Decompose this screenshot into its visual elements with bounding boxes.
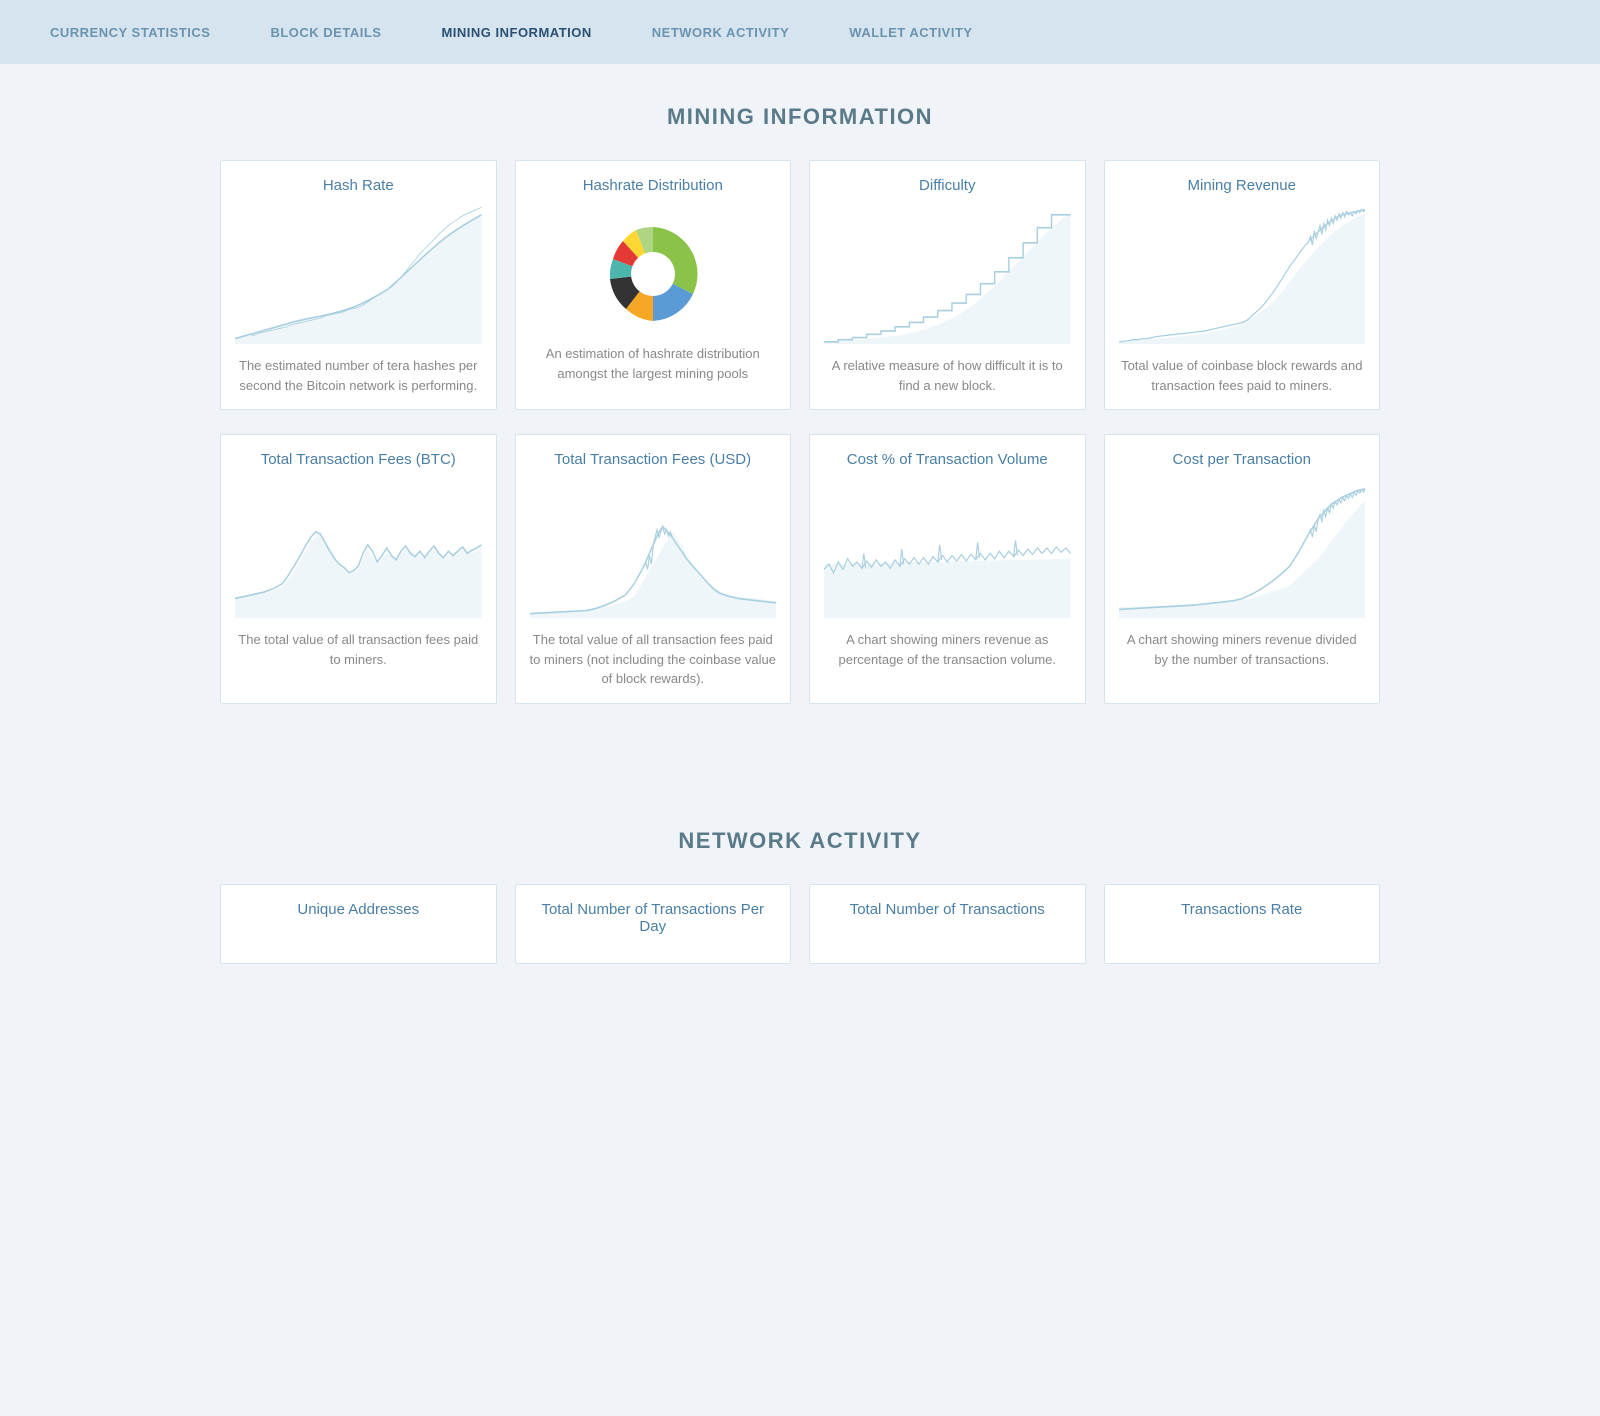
card-tx-rate-title: Transactions Rate — [1181, 901, 1302, 918]
nav-block-details[interactable]: BLOCK DETAILS — [240, 25, 411, 40]
nav-currency-statistics[interactable]: CURRENCY STATISTICS — [20, 25, 240, 40]
card-total-tx-fees-btc[interactable]: Total Transaction Fees (BTC) The total v… — [220, 434, 497, 704]
card-total-tx-fees-btc-title: Total Transaction Fees (BTC) — [261, 451, 456, 468]
card-total-tx-fees-usd[interactable]: Total Transaction Fees (USD) The total v… — [515, 434, 792, 704]
cost-pct-volume-chart — [824, 478, 1071, 618]
card-total-tx-fees-usd-title: Total Transaction Fees (USD) — [554, 451, 751, 468]
card-total-tx-fees-btc-desc: The total value of all transaction fees … — [235, 630, 482, 669]
card-total-tx-per-day-title: Total Number of Transactions Per Day — [530, 901, 777, 935]
hash-rate-chart — [235, 204, 482, 344]
mining-row-1: Hash Rate The estimated number of tera h… — [220, 160, 1380, 410]
card-unique-addresses[interactable]: Unique Addresses — [220, 884, 497, 964]
card-total-tx-per-day[interactable]: Total Number of Transactions Per Day — [515, 884, 792, 964]
network-section: NETWORK ACTIVITY Unique Addresses Total … — [0, 788, 1600, 1048]
card-mining-revenue-title: Mining Revenue — [1188, 177, 1296, 194]
card-cost-per-tx[interactable]: Cost per Transaction A chart showing min… — [1104, 434, 1381, 704]
nav-network-activity[interactable]: NETWORK ACTIVITY — [622, 25, 820, 40]
card-total-tx-fees-usd-desc: The total value of all transaction fees … — [530, 630, 777, 689]
card-hashrate-distribution[interactable]: Hashrate Distribution — [515, 160, 792, 410]
network-row-1: Unique Addresses Total Number of Transac… — [220, 884, 1380, 964]
card-difficulty-title: Difficulty — [919, 177, 975, 194]
card-difficulty-desc: A relative measure of how difficult it i… — [824, 356, 1071, 395]
card-cost-per-tx-title: Cost per Transaction — [1173, 451, 1311, 468]
difficulty-chart — [824, 204, 1071, 344]
network-section-title: NETWORK ACTIVITY — [20, 828, 1580, 854]
card-unique-addresses-title: Unique Addresses — [297, 901, 419, 918]
total-tx-fees-btc-chart — [235, 478, 482, 618]
card-cost-pct-volume-desc: A chart showing miners revenue as percen… — [824, 630, 1071, 669]
mining-revenue-chart — [1119, 204, 1366, 344]
card-total-tx[interactable]: Total Number of Transactions — [809, 884, 1086, 964]
mining-row-2: Total Transaction Fees (BTC) The total v… — [220, 434, 1380, 704]
card-total-tx-title: Total Number of Transactions — [850, 901, 1045, 918]
card-cost-per-tx-desc: A chart showing miners revenue divided b… — [1119, 630, 1366, 669]
hashrate-distribution-chart — [530, 204, 777, 344]
card-tx-rate[interactable]: Transactions Rate — [1104, 884, 1381, 964]
total-tx-fees-usd-chart — [530, 478, 777, 618]
cost-per-tx-chart — [1119, 478, 1366, 618]
mining-section: MINING INFORMATION Hash Rate The estimat… — [0, 64, 1600, 788]
mining-section-title: MINING INFORMATION — [20, 104, 1580, 130]
card-hashrate-distribution-desc: An estimation of hashrate distribution a… — [530, 344, 777, 383]
card-hash-rate-title: Hash Rate — [323, 177, 394, 194]
card-hashrate-distribution-title: Hashrate Distribution — [583, 177, 723, 194]
card-difficulty[interactable]: Difficulty A relative measure of how dif… — [809, 160, 1086, 410]
main-nav: CURRENCY STATISTICS BLOCK DETAILS MINING… — [0, 0, 1600, 64]
card-hash-rate-desc: The estimated number of tera hashes per … — [235, 356, 482, 395]
nav-wallet-activity[interactable]: WALLET ACTIVITY — [819, 25, 1002, 40]
card-mining-revenue[interactable]: Mining Revenue Total value of coinbase b… — [1104, 160, 1381, 410]
card-hash-rate[interactable]: Hash Rate The estimated number of tera h… — [220, 160, 497, 410]
card-cost-pct-volume-title: Cost % of Transaction Volume — [847, 451, 1048, 468]
card-cost-pct-volume[interactable]: Cost % of Transaction Volume A chart sho… — [809, 434, 1086, 704]
card-mining-revenue-desc: Total value of coinbase block rewards an… — [1119, 356, 1366, 395]
nav-mining-information[interactable]: MINING INFORMATION — [411, 25, 621, 40]
